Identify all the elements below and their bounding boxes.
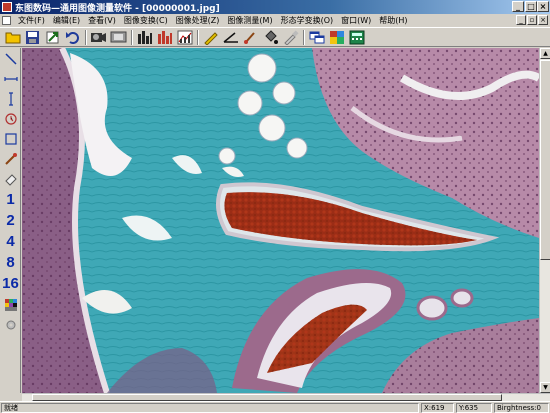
menu-morphology[interactable]: 形态学变换(O) <box>277 15 338 26</box>
save-icon[interactable] <box>23 29 42 46</box>
vertical-scrollbar[interactable]: ▲ ▼ <box>539 48 550 393</box>
window-title: 东图数码—通用图像测量软件 - [00000001.jpg] <box>15 4 220 14</box>
brush-icon[interactable] <box>241 29 260 46</box>
micrograph-image <box>22 48 539 393</box>
pipette-icon[interactable] <box>281 29 300 46</box>
toolbar-separator <box>303 29 305 45</box>
fill-icon[interactable] <box>261 29 280 46</box>
main-toolbar <box>0 27 550 47</box>
menu-window[interactable]: 窗口(W) <box>337 15 375 26</box>
line-width-1[interactable]: 1 <box>1 189 20 210</box>
windows-icon[interactable] <box>307 29 326 46</box>
rectangle-icon[interactable] <box>1 129 20 148</box>
arrow-icon[interactable] <box>43 29 62 46</box>
angle-icon[interactable] <box>221 29 240 46</box>
image-canvas[interactable] <box>22 48 539 393</box>
vertical-line-icon[interactable] <box>1 89 20 108</box>
app-icon <box>2 2 12 12</box>
mdi-minimize-button[interactable]: _ <box>516 15 526 25</box>
line-width-16[interactable]: 16 <box>1 273 20 294</box>
status-ready: 就绪 <box>1 403 419 413</box>
undo-icon[interactable] <box>63 29 82 46</box>
pointer-icon[interactable] <box>1 149 20 168</box>
vertical-scroll-thumb[interactable] <box>540 60 550 260</box>
calculator-icon[interactable] <box>347 29 366 46</box>
line-width-4[interactable]: 4 <box>1 231 20 252</box>
title-bar: 东图数码—通用图像测量软件 - [00000001.jpg] _ □ × <box>0 0 550 14</box>
toolbar-separator <box>85 29 87 45</box>
pencil-icon[interactable] <box>201 29 220 46</box>
histogram-color-icon[interactable] <box>155 29 174 46</box>
close-button[interactable]: × <box>537 1 549 12</box>
minimize-button[interactable]: _ <box>512 1 524 12</box>
line-icon[interactable] <box>1 49 20 68</box>
menu-bar: 文件(F) 编辑(E) 查看(V) 图像变换(C) 图像处理(Z) 图像测量(M… <box>0 14 550 27</box>
menu-image-transform[interactable]: 图像变换(C) <box>120 15 172 26</box>
chart-icon[interactable] <box>175 29 194 46</box>
color-palette-icon[interactable] <box>1 295 20 314</box>
settings-icon[interactable] <box>1 315 20 334</box>
scroll-down-icon[interactable]: ▼ <box>540 382 550 393</box>
horizontal-scroll-thumb[interactable] <box>32 394 502 401</box>
horizontal-line-icon[interactable] <box>1 69 20 88</box>
menu-help[interactable]: 帮助(H) <box>375 15 411 26</box>
histogram-icon[interactable] <box>135 29 154 46</box>
menu-edit[interactable]: 编辑(E) <box>49 15 84 26</box>
line-width-2[interactable]: 2 <box>1 210 20 231</box>
scroll-up-icon[interactable]: ▲ <box>540 48 550 59</box>
menu-image-measure[interactable]: 图像测量(M) <box>223 15 276 26</box>
menu-file[interactable]: 文件(F) <box>14 15 49 26</box>
document-icon[interactable] <box>2 16 11 25</box>
status-y-coordinate: Y:635 <box>456 403 492 413</box>
eraser-icon[interactable] <box>1 169 20 188</box>
line-width-8[interactable]: 8 <box>1 252 20 273</box>
clock-icon[interactable] <box>1 109 20 128</box>
maximize-button[interactable]: □ <box>525 1 537 12</box>
horizontal-scrollbar[interactable] <box>22 393 550 401</box>
status-bar: 就绪 X:619 Y:635 Birghtness:0 <box>0 401 550 413</box>
toolbar-separator <box>197 29 199 45</box>
menu-view[interactable]: 查看(V) <box>84 15 120 26</box>
open-folder-icon[interactable] <box>3 29 22 46</box>
tool-palette: 1 2 4 8 16 <box>0 48 21 393</box>
camera-icon[interactable] <box>89 29 108 46</box>
toolbar-separator <box>131 29 133 45</box>
mdi-close-button[interactable]: × <box>538 15 548 25</box>
menu-image-process[interactable]: 图像处理(Z) <box>172 15 224 26</box>
grid-icon[interactable] <box>327 29 346 46</box>
mdi-restore-button[interactable]: ▫ <box>527 15 537 25</box>
status-brightness: Birghtness:0 <box>494 403 549 413</box>
film-icon[interactable] <box>109 29 128 46</box>
status-x-coordinate: X:619 <box>421 403 454 413</box>
